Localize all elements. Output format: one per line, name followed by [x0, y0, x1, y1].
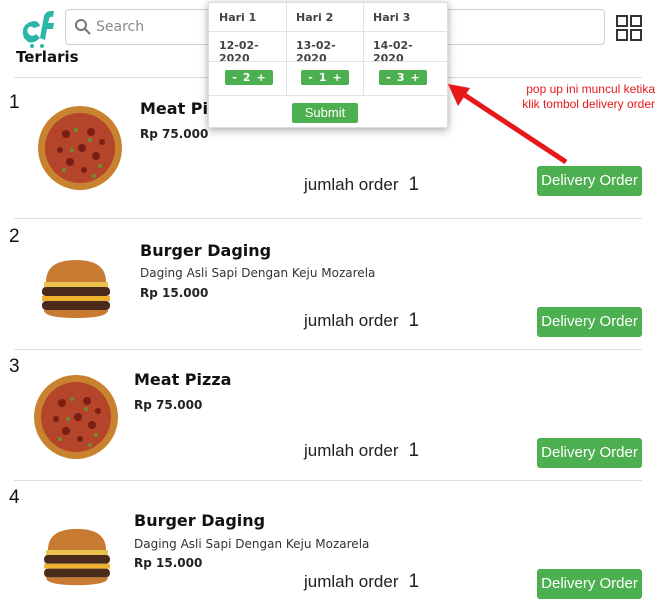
delivery-schedule-popup: Hari 1 12-02-2020 Hari 2 13-02-2020 Hari… [208, 2, 449, 128]
divider [14, 349, 642, 350]
item-price: Rp 15.000 [134, 556, 203, 570]
day-label: Hari 1 [219, 11, 257, 24]
item-name: Meat Pizza [134, 370, 232, 389]
search-placeholder: Search [96, 19, 145, 35]
burger-image [44, 528, 110, 586]
item-name: Burger Daging [134, 511, 266, 530]
day-label: Hari 3 [373, 11, 411, 24]
plus-button[interactable]: + [408, 70, 423, 85]
order-qty: 1 [408, 174, 420, 195]
order-qty: 1 [408, 440, 420, 461]
divider [209, 61, 449, 62]
delivery-order-button[interactable]: Delivery Order [537, 438, 642, 468]
minus-button[interactable]: - [229, 70, 240, 85]
plus-button[interactable]: + [254, 70, 269, 85]
section-title: Terlaris [16, 48, 79, 66]
app-logo-icon[interactable] [18, 8, 62, 50]
pizza-image [34, 375, 118, 459]
order-qty: 1 [408, 571, 420, 592]
search-icon [75, 19, 91, 35]
quantity-stepper: -1 + [301, 70, 349, 85]
jumlah-label: jumlah order [304, 441, 399, 460]
item-price: Rp 75.000 [134, 398, 203, 412]
item-name: Burger Daging [140, 241, 272, 260]
quantity-stepper: -3 + [379, 70, 427, 85]
item-price: Rp 75.000 [140, 127, 209, 141]
annotation-line: pop up ini muncul ketika [526, 82, 655, 96]
jumlah-order: jumlah order 1 [304, 440, 419, 462]
delivery-order-button[interactable]: Delivery Order [537, 307, 642, 337]
stepper-value: 3 [396, 71, 405, 84]
item-number: 3 [9, 356, 20, 377]
jumlah-order: jumlah order 1 [304, 174, 419, 196]
minus-button[interactable]: - [383, 70, 394, 85]
divider [14, 480, 642, 481]
jumlah-label: jumlah order [304, 175, 399, 194]
item-number: 4 [9, 487, 20, 508]
annotation-line: klik tombol delivery order [522, 97, 655, 111]
item-description: Daging Asli Sapi Dengan Keju Mozarela [134, 537, 370, 551]
delivery-order-button[interactable]: Delivery Order [537, 569, 642, 599]
burger-image [42, 260, 110, 318]
stepper-value: 2 [242, 71, 251, 84]
jumlah-label: jumlah order [304, 311, 399, 330]
item-name: Meat Piz [140, 99, 218, 118]
grid-menu-icon[interactable] [616, 15, 642, 41]
divider [209, 31, 449, 32]
plus-button[interactable]: + [330, 70, 345, 85]
jumlah-order: jumlah order 1 [304, 571, 419, 593]
quantity-stepper: -2 + [225, 70, 273, 85]
item-price: Rp 15.000 [140, 286, 209, 300]
order-qty: 1 [408, 310, 420, 331]
day-label: Hari 2 [296, 11, 334, 24]
delivery-order-button[interactable]: Delivery Order [537, 166, 642, 196]
minus-button[interactable]: - [305, 70, 316, 85]
jumlah-order: jumlah order 1 [304, 310, 419, 332]
annotation-note: pop up ini muncul ketika klik tombol del… [522, 82, 655, 112]
pizza-image [38, 106, 122, 190]
item-description: Daging Asli Sapi Dengan Keju Mozarela [140, 266, 376, 280]
divider [14, 218, 642, 219]
stepper-value: 1 [318, 71, 327, 84]
item-number: 1 [9, 92, 20, 113]
item-number: 2 [9, 226, 20, 247]
divider [209, 95, 449, 96]
submit-button[interactable]: Submit [292, 103, 358, 123]
jumlah-label: jumlah order [304, 572, 399, 591]
